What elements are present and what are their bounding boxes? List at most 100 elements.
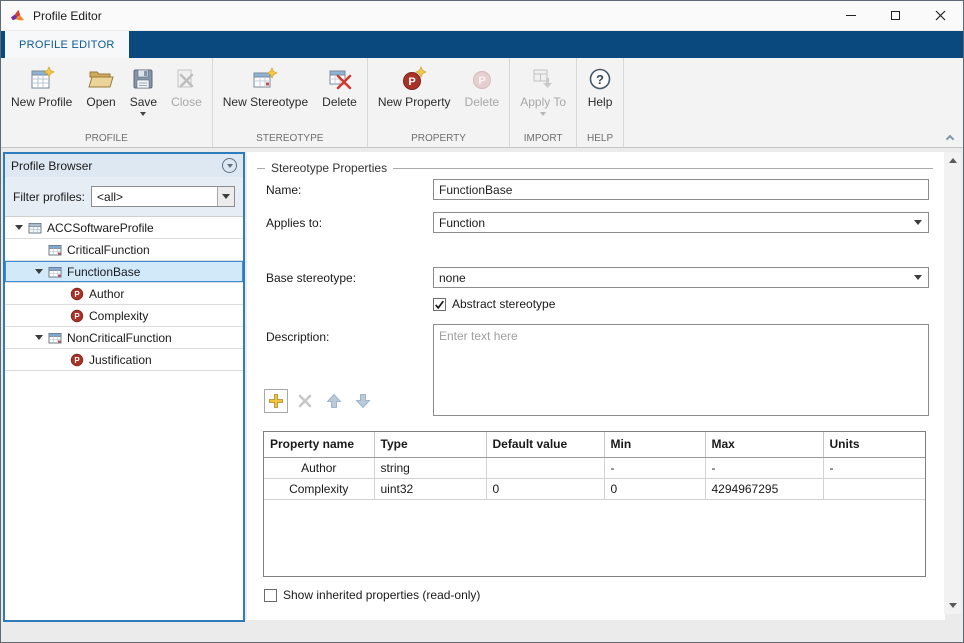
button-label: Delete [322, 95, 357, 109]
apply-to-button[interactable]: Apply To [513, 60, 573, 132]
filter-profiles-dropdown[interactable]: <all> [91, 186, 235, 207]
minimize-icon [846, 15, 856, 16]
tree-item-noncriticalfunction[interactable]: NonCriticalFunction [5, 327, 243, 349]
property-icon: P [69, 309, 85, 323]
new-property-button[interactable]: P New Property [371, 60, 458, 132]
open-button[interactable]: Open [79, 60, 122, 132]
ribbon-group-stereotype: New Stereotype Delete STERE [213, 58, 368, 147]
stereotype-properties-panel: Stereotype Properties Name: Applies to: … [247, 152, 945, 620]
minimize-button[interactable] [828, 1, 873, 30]
table-cell[interactable]: - [823, 457, 926, 478]
table-cell[interactable]: - [705, 457, 823, 478]
base-stereotype-dropdown[interactable]: none [433, 267, 929, 288]
tree-item-label: Complexity [89, 309, 148, 323]
expander-icon[interactable] [31, 335, 47, 340]
vertical-scrollbar[interactable] [944, 152, 961, 614]
button-label: Delete [465, 95, 500, 109]
name-label: Name: [266, 183, 301, 197]
close-button[interactable] [918, 1, 963, 30]
open-folder-icon [88, 64, 114, 92]
name-input[interactable] [433, 179, 929, 200]
abstract-stereotype-checkbox[interactable] [433, 298, 446, 311]
table-cell[interactable]: - [604, 457, 705, 478]
description-textarea[interactable] [433, 324, 929, 416]
button-label: Save [130, 95, 157, 109]
abstract-stereotype-row: Abstract stereotype [433, 297, 555, 311]
ribbon-group-label: PROPERTY [368, 132, 509, 147]
help-button[interactable]: ? Help [580, 60, 620, 132]
new-property-icon: P [401, 64, 427, 92]
matlab-logo-icon [10, 8, 26, 24]
delete-stereotype-icon [327, 64, 353, 92]
ribbon-group-label: PROFILE [1, 132, 212, 147]
section-title: Stereotype Properties [271, 161, 387, 175]
button-label: New Property [378, 95, 451, 109]
svg-text:P: P [478, 75, 485, 87]
add-property-button[interactable] [264, 389, 288, 413]
applies-to-dropdown[interactable]: Function [433, 212, 929, 233]
expander-icon[interactable] [11, 225, 27, 230]
apply-to-icon [530, 64, 556, 92]
filter-row: Filter profiles: <all> [5, 177, 243, 216]
properties-table: Property name Type Default value Min Max… [263, 431, 926, 577]
scroll-up-button[interactable] [944, 152, 961, 169]
tabstrip: PROFILE EDITOR [1, 31, 963, 58]
column-header: Units [823, 432, 926, 457]
check-icon [434, 298, 445, 311]
table-cell[interactable]: 4294967295 [705, 478, 823, 499]
delete-property-row-button[interactable] [293, 389, 317, 413]
ribbon-group-property: P New Property P Delete [368, 58, 510, 147]
tree-item-functionbase[interactable]: FunctionBase [5, 261, 243, 283]
move-up-icon [326, 393, 342, 409]
filter-value: <all> [92, 190, 217, 204]
base-stereotype-label: Base stereotype: [266, 271, 356, 285]
new-stereotype-button[interactable]: New Stereotype [216, 60, 315, 132]
tree-item-label: FunctionBase [67, 265, 140, 279]
table-cell[interactable]: 0 [604, 478, 705, 499]
expander-icon[interactable] [31, 269, 47, 274]
scroll-down-button[interactable] [944, 597, 961, 614]
applies-to-label: Applies to: [266, 216, 322, 230]
new-profile-button[interactable]: New Profile [4, 60, 79, 132]
move-up-button[interactable] [322, 389, 346, 413]
profile-browser-title: Profile Browser [11, 159, 92, 173]
profile-icon [27, 221, 43, 235]
table-cell[interactable]: 0 [486, 478, 604, 499]
table-cell[interactable] [486, 457, 604, 478]
window-title: Profile Editor [33, 9, 828, 23]
tree-item-accsoftwareprofile[interactable]: ACCSoftwareProfile [5, 217, 243, 239]
panel-menu-button[interactable] [222, 158, 237, 173]
table-cell[interactable]: Author [264, 457, 374, 478]
filter-profiles-label: Filter profiles: [13, 190, 85, 204]
table-cell[interactable]: uint32 [374, 478, 486, 499]
tree-item-label: CriticalFunction [67, 243, 150, 257]
table-header-row: Property name Type Default value Min Max… [264, 432, 926, 457]
tab-profile-editor[interactable]: PROFILE EDITOR [5, 31, 129, 58]
delete-property-icon: P [469, 64, 495, 92]
stereotype-icon [47, 265, 63, 279]
ribbon-group-profile: New Profile Open [1, 58, 213, 147]
close-profile-button[interactable]: Close [164, 60, 209, 132]
tree-item-complexity[interactable]: P Complexity [5, 305, 243, 327]
stereotype-icon [47, 243, 63, 257]
show-inherited-checkbox[interactable] [264, 589, 277, 602]
delete-icon [297, 393, 313, 409]
property-list-toolbar [264, 389, 375, 413]
collapse-ribbon-button[interactable] [942, 131, 958, 143]
tree-item-label: NonCriticalFunction [67, 331, 172, 345]
table-cell[interactable] [823, 478, 926, 499]
delete-stereotype-button[interactable]: Delete [315, 60, 364, 132]
tree-item-criticalfunction[interactable]: CriticalFunction [5, 239, 243, 261]
chevron-down-icon [949, 603, 957, 608]
table-cell[interactable]: Complexity [264, 478, 374, 499]
svg-text:P: P [74, 356, 80, 365]
tree-item-justification[interactable]: P Justification [5, 349, 243, 371]
delete-property-button[interactable]: P Delete [458, 60, 507, 132]
tree-item-author[interactable]: P Author [5, 283, 243, 305]
move-down-button[interactable] [351, 389, 375, 413]
chevron-down-icon [540, 112, 546, 116]
table-cell[interactable]: string [374, 457, 486, 478]
table-row: Complexity uint32 0 0 4294967295 [264, 478, 926, 499]
maximize-button[interactable] [873, 1, 918, 30]
save-button[interactable]: Save [123, 60, 164, 132]
